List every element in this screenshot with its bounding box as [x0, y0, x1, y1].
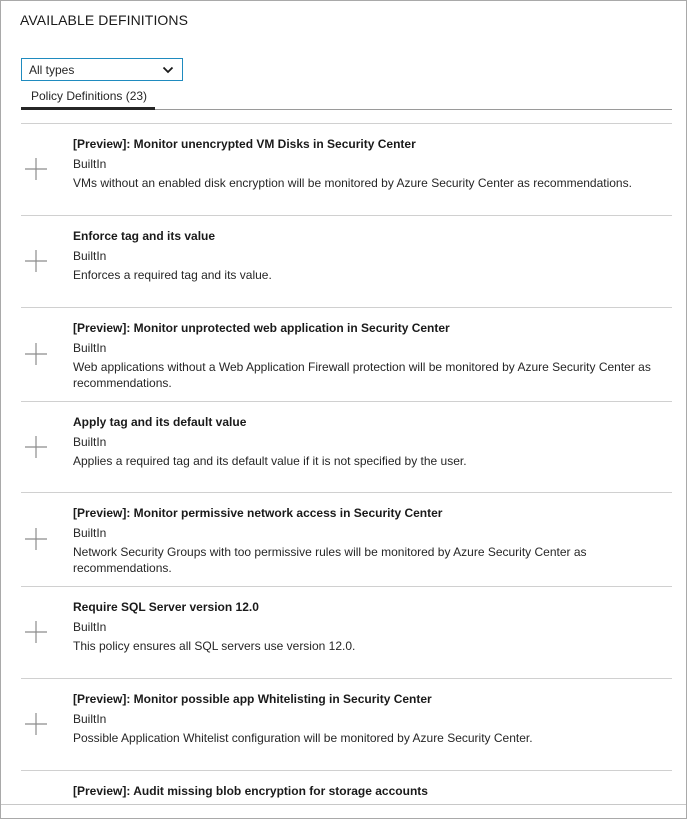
chevron-down-icon — [162, 66, 174, 74]
definition-title: Require SQL Server version 12.0 — [73, 600, 259, 614]
plus-icon[interactable] — [24, 527, 48, 551]
definition-source: BuiltIn — [73, 526, 107, 540]
definition-row[interactable]: Apply tag and its default value BuiltIn Ap… — [21, 401, 672, 492]
plus-icon[interactable] — [24, 620, 48, 644]
plus-icon[interactable] — [24, 342, 48, 366]
available-definitions-panel: AVAILABLE DEFINITIONS All types Policy D… — [0, 0, 687, 819]
definition-description: VMs without an enabled disk encryption w… — [73, 176, 632, 190]
definition-source: BuiltIn — [73, 341, 107, 355]
definition-title: [Preview]: Monitor permissive network ac… — [73, 506, 443, 520]
definition-title: [Preview]: Audit missing blob encryption… — [73, 784, 428, 798]
type-filter-dropdown[interactable]: All types — [21, 58, 183, 81]
definition-title: [Preview]: Monitor unprotected web appli… — [73, 321, 450, 335]
panel-heading: AVAILABLE DEFINITIONS — [20, 12, 189, 28]
definition-row[interactable]: [Preview]: Monitor permissive network ac… — [21, 492, 672, 586]
plus-icon[interactable] — [24, 435, 48, 459]
type-filter-value: All types — [29, 63, 75, 77]
definition-description: Possible Application Whitelist configura… — [73, 731, 533, 745]
plus-icon[interactable] — [24, 249, 48, 273]
definition-title: [Preview]: Monitor unencrypted VM Disks … — [73, 137, 416, 151]
definition-row[interactable]: [Preview]: Monitor unprotected web appli… — [21, 307, 672, 401]
definition-description: Network Security Groups with too permiss… — [73, 545, 587, 575]
plus-icon[interactable] — [24, 157, 48, 181]
definition-source: BuiltIn — [73, 157, 107, 171]
definition-title: [Preview]: Monitor possible app Whitelis… — [73, 692, 432, 706]
definition-description: Enforces a required tag and its value. — [73, 268, 272, 282]
definition-title: Apply tag and its default value — [73, 415, 247, 429]
definition-source: BuiltIn — [73, 620, 107, 634]
active-tab-indicator — [21, 107, 155, 110]
definition-row[interactable]: [Preview]: Monitor possible app Whitelis… — [21, 678, 672, 770]
definition-row[interactable]: Require SQL Server version 12.0 BuiltIn Th… — [21, 586, 672, 678]
tab-label: Policy Definitions (23) — [31, 89, 148, 103]
plus-icon[interactable] — [24, 712, 48, 736]
definition-row[interactable]: [Preview]: Monitor unencrypted VM Disks … — [21, 123, 672, 215]
definition-source: BuiltIn — [73, 435, 107, 449]
definition-description: Applies a required tag and its default v… — [73, 454, 467, 468]
definition-description: This policy ensures all SQL servers use … — [73, 639, 356, 653]
definitions-list: [Preview]: Monitor unencrypted VM Disks … — [21, 123, 672, 818]
definition-title: Enforce tag and its value — [73, 229, 216, 243]
definition-row[interactable]: Enforce tag and its value BuiltIn Enforces… — [21, 215, 672, 307]
definition-description: Web applications without a Web Applicati… — [73, 360, 651, 390]
panel-bottom-edge — [1, 804, 686, 818]
definition-source: BuiltIn — [73, 249, 107, 263]
definition-source: BuiltIn — [73, 712, 107, 726]
